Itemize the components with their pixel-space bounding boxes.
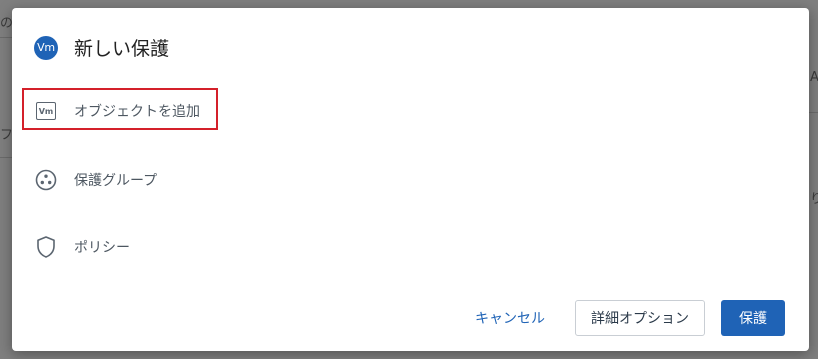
- shield-icon: [34, 235, 58, 259]
- dialog-header: Vm 新しい保護: [34, 34, 169, 61]
- protect-button[interactable]: 保護: [721, 300, 785, 336]
- option-label: 保護グループ: [74, 173, 158, 189]
- background-divider: [809, 112, 818, 113]
- background-divider: [0, 157, 12, 158]
- option-policy[interactable]: ポリシー: [34, 235, 130, 259]
- new-protection-dialog: Vm 新しい保護 Vm オブジェクトを追加 保護グループ ポリシー キャンセル: [12, 8, 809, 351]
- protection-group-icon: [34, 168, 58, 192]
- advanced-options-button[interactable]: 詳細オプション: [575, 300, 705, 336]
- option-label: ポリシー: [74, 240, 130, 256]
- dialog-title: 新しい保護: [74, 38, 170, 60]
- option-add-object[interactable]: Vm オブジェクトを追加: [34, 99, 200, 123]
- vm-badge-icon: Vm: [34, 35, 58, 60]
- option-label: オブジェクトを追加: [74, 104, 200, 120]
- vm-icon: Vm: [34, 99, 58, 123]
- background-fragment: り: [810, 192, 818, 207]
- option-protection-group[interactable]: 保護グループ: [34, 168, 157, 192]
- dialog-footer: キャンセル 詳細オプション 保護: [459, 300, 785, 336]
- background-fragment: A: [810, 70, 818, 85]
- cancel-button[interactable]: キャンセル: [459, 300, 561, 336]
- background-divider: [0, 37, 12, 38]
